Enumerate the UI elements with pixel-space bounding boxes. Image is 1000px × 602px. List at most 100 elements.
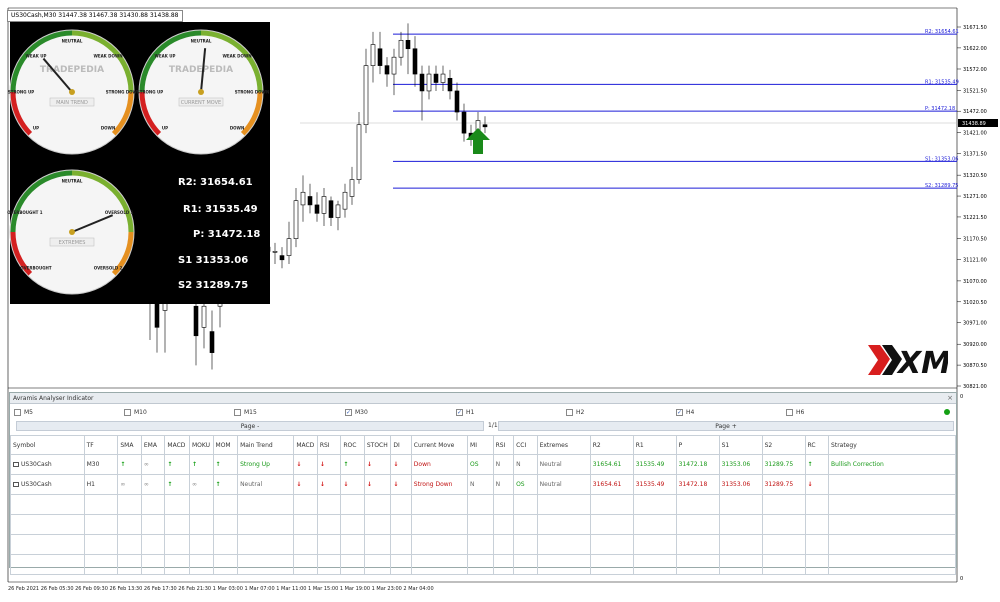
empty-cell bbox=[188, 534, 214, 555]
candle-body bbox=[272, 251, 278, 253]
close-icon[interactable]: × bbox=[947, 393, 953, 404]
gauge-label: STRONG UP bbox=[8, 90, 34, 95]
timeframe-checkbox[interactable]: ✓ bbox=[676, 408, 683, 416]
timeframe-m5[interactable]: M5 bbox=[14, 407, 33, 417]
timeframe-m15[interactable]: M15 bbox=[234, 407, 257, 417]
empty-cell bbox=[117, 554, 142, 575]
symbol-tab[interactable]: US30Cash,M30 31447.38 31467.38 31430.88 … bbox=[7, 10, 183, 22]
gauge-label: WEAK DOWN bbox=[93, 53, 122, 58]
empty-cell bbox=[390, 514, 412, 535]
buy-arrow-icon bbox=[466, 128, 490, 154]
column-header: Current Move bbox=[410, 435, 469, 455]
empty-cell bbox=[675, 534, 720, 555]
timeframe-m10[interactable]: M10 bbox=[124, 407, 147, 417]
timeframe-checkbox[interactable] bbox=[124, 408, 131, 416]
empty-cell bbox=[164, 514, 190, 535]
empty-cell bbox=[632, 554, 677, 575]
candle-body bbox=[314, 204, 320, 214]
cell-p: 31472.18 bbox=[675, 454, 720, 475]
price-tick-label: 31070.00 bbox=[963, 279, 987, 285]
current-price-label: 31438.89 bbox=[962, 121, 986, 127]
candle-body bbox=[293, 200, 299, 239]
timeframe-label: M10 bbox=[134, 408, 147, 416]
cell-mi: N bbox=[467, 474, 494, 495]
page-number: 1/1 bbox=[488, 422, 498, 429]
column-header: Main Trend bbox=[237, 435, 295, 455]
cell-moku: ↑ bbox=[188, 454, 214, 475]
timeframe-h6[interactable]: H6 bbox=[786, 407, 804, 417]
gauge-label: STRONG DOWN bbox=[106, 90, 141, 95]
cell-extremes: Neutral bbox=[536, 474, 591, 495]
candle-body bbox=[321, 196, 327, 214]
empty-cell bbox=[340, 514, 365, 535]
timeframe-m30[interactable]: ✓ M30 bbox=[345, 407, 368, 417]
empty-cell bbox=[632, 534, 677, 555]
empty-cell bbox=[390, 494, 412, 515]
table-row-empty bbox=[10, 554, 956, 575]
timeframe-checkbox[interactable]: ✓ bbox=[345, 408, 352, 416]
indicator-panel: Avramis Analyser Indicator × M5 M10 M15 ✓ M30… bbox=[9, 392, 957, 575]
folder-icon[interactable] bbox=[13, 482, 19, 487]
cell-r2: 31654.61 bbox=[589, 454, 634, 475]
candle-body bbox=[454, 90, 460, 113]
cell-macd: ↑ bbox=[164, 474, 190, 495]
candle-body bbox=[307, 196, 313, 206]
price-tick-label: 31371.50 bbox=[963, 152, 987, 158]
column-header: MOM bbox=[212, 435, 239, 455]
table-row[interactable]: US30Cash H1 ∞ ∞ ↑ ∞ ↑ Neutral ↓ ↓ ↓ ↓ ↓ Strong Down N N… bbox=[10, 474, 956, 495]
empty-cell bbox=[536, 494, 591, 515]
empty-cell bbox=[804, 514, 830, 535]
time-axis: 26 Feb 2021 26 Feb 05:30 26 Feb 09:30 26… bbox=[8, 586, 434, 592]
empty-cell bbox=[10, 494, 85, 515]
empty-cell bbox=[492, 494, 515, 515]
empty-cell bbox=[293, 534, 318, 555]
empty-cell bbox=[390, 554, 412, 575]
empty-cell bbox=[804, 494, 830, 515]
empty-cell bbox=[718, 494, 763, 515]
timeframe-checkbox[interactable]: ✓ bbox=[456, 408, 463, 416]
empty-cell bbox=[83, 494, 119, 515]
price-tick-label: 31320.50 bbox=[963, 173, 987, 179]
timeframe-label: H6 bbox=[796, 408, 805, 416]
empty-cell bbox=[718, 534, 763, 555]
empty-cell bbox=[117, 514, 142, 535]
gauge-hub bbox=[198, 89, 204, 95]
indicator-title: Avramis Analyser Indicator × bbox=[10, 393, 956, 404]
page-plus-button[interactable]: Page + bbox=[498, 421, 954, 431]
status-dot-icon bbox=[944, 409, 950, 415]
timeframe-label: M15 bbox=[244, 408, 257, 416]
empty-cell bbox=[188, 494, 214, 515]
empty-cell bbox=[589, 514, 634, 535]
timeframe-h1[interactable]: ✓ H1 bbox=[456, 407, 474, 417]
empty-cell bbox=[10, 554, 85, 575]
cell-mi: OS bbox=[467, 454, 494, 475]
timeframe-h4[interactable]: ✓ H4 bbox=[676, 407, 694, 417]
timeframe-checkbox[interactable] bbox=[14, 408, 21, 416]
gauge-panel: TRADEPEDIA MAIN TREND UP STRONG UP WEAK UP NE… bbox=[7, 22, 270, 304]
cell-symbol: US30Cash bbox=[10, 454, 85, 475]
timeframe-label: H4 bbox=[686, 408, 695, 416]
empty-cell bbox=[410, 514, 469, 535]
indicator-table: Symbol TF SMA EMA MACD MOKU MOM Main Trend MACD R… bbox=[10, 435, 956, 575]
timeframe-h2[interactable]: H2 bbox=[566, 407, 584, 417]
empty-cell bbox=[828, 554, 956, 575]
empty-cell bbox=[237, 534, 295, 555]
timeframe-checkbox[interactable] bbox=[234, 408, 241, 416]
empty-cell bbox=[293, 494, 318, 515]
column-header: Symbol bbox=[10, 435, 85, 455]
empty-cell bbox=[467, 534, 494, 555]
price-tick-label: 31472.00 bbox=[963, 109, 987, 115]
cell-symbol: US30Cash bbox=[10, 474, 85, 495]
timeframe-checkbox[interactable] bbox=[786, 408, 793, 416]
price-tick-label: 31271.00 bbox=[963, 194, 987, 200]
empty-cell bbox=[140, 534, 166, 555]
gauge-label: DOWN bbox=[230, 126, 244, 131]
page-minus-button[interactable]: Page - bbox=[16, 421, 484, 431]
timeframe-checkbox[interactable] bbox=[566, 408, 573, 416]
cell-r2: 31654.61 bbox=[589, 474, 634, 495]
pivot-line-label: R2: 31654.61 bbox=[925, 29, 959, 35]
folder-icon[interactable] bbox=[13, 462, 19, 467]
candle-body bbox=[370, 44, 376, 66]
candle-body bbox=[279, 255, 285, 261]
table-row[interactable]: US30Cash M30 ↑ ∞ ↑ ↑ ↑ Strong Up ↓ ↓ ↑ ↓ ↓ Down OS N N Ne… bbox=[10, 454, 956, 475]
